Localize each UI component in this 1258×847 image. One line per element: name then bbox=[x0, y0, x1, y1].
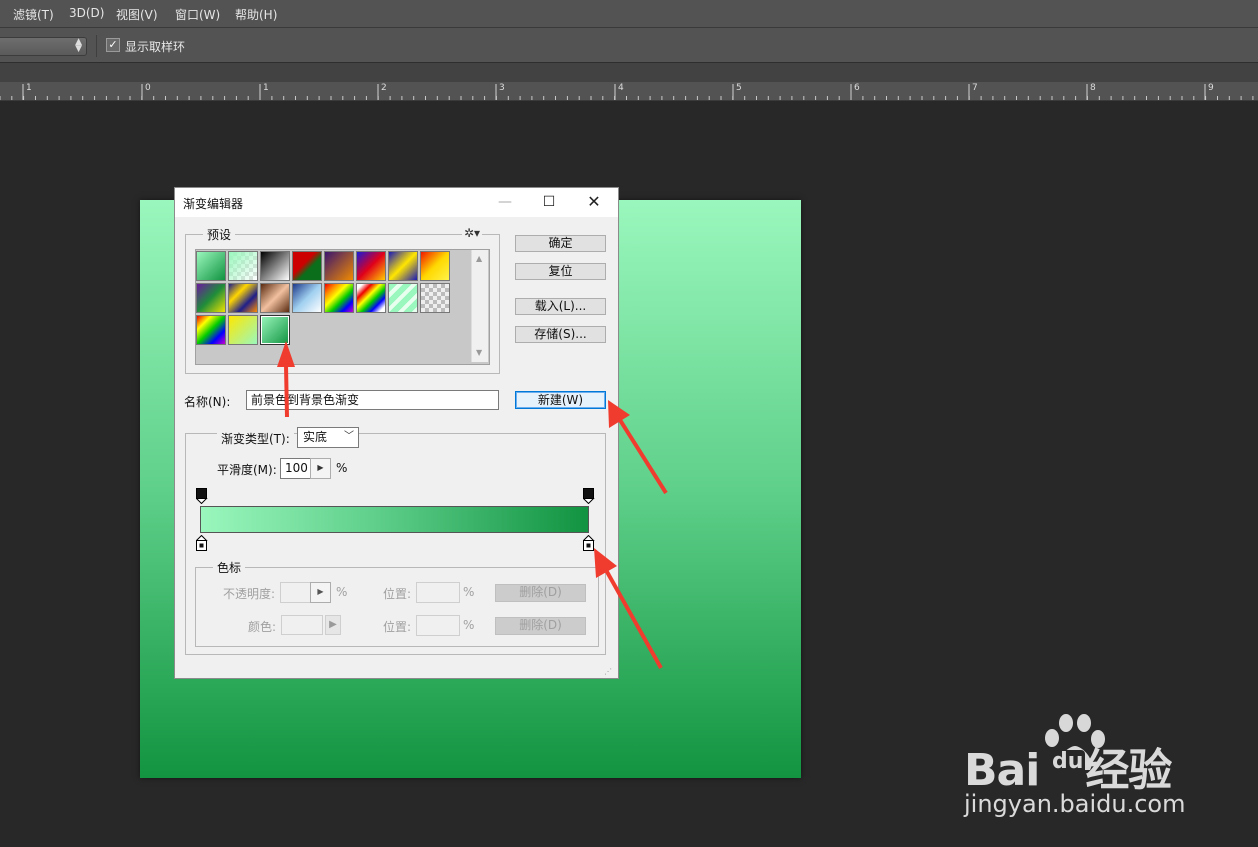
watermark-brand-suffix: 经验 bbox=[1085, 745, 1172, 796]
watermark-url: jingyan.baidu.com bbox=[964, 790, 1186, 818]
arrow-to-color-stop-icon bbox=[594, 548, 663, 669]
watermark-brand-du: du bbox=[1050, 749, 1086, 774]
arrow-to-new-button-icon bbox=[608, 400, 668, 495]
arrow-to-preset-icon bbox=[277, 341, 295, 418]
watermark-brand-bai: Bai bbox=[964, 745, 1040, 796]
